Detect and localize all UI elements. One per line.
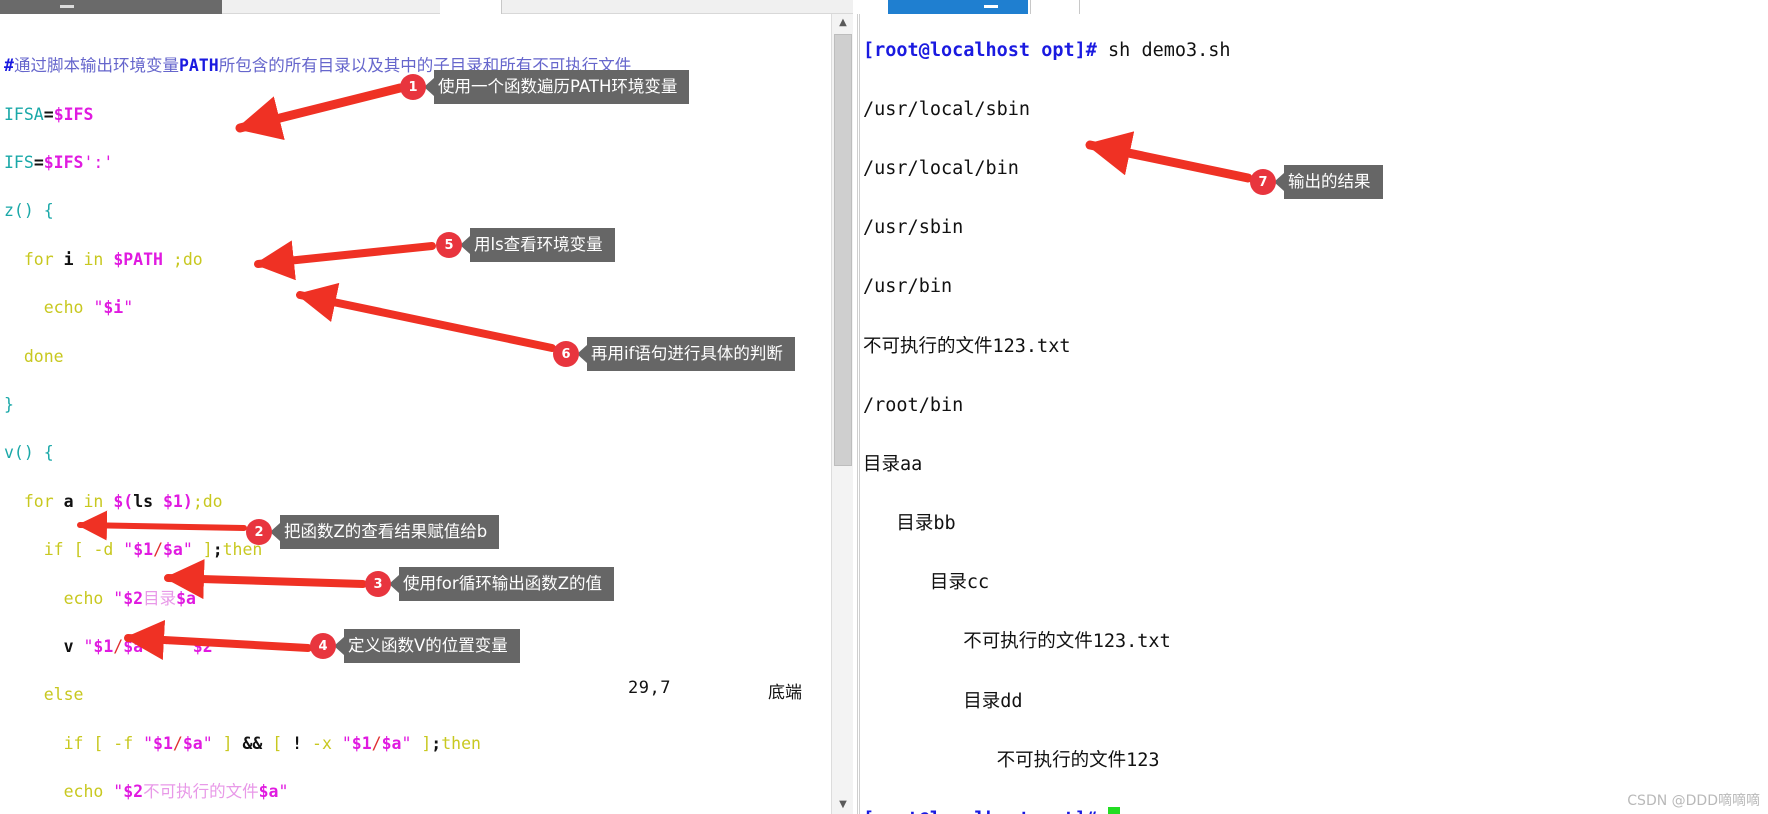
code-line: echo "$i" bbox=[43, 298, 134, 318]
callout-5-badge: 5 bbox=[436, 232, 462, 258]
code-line: for i in $PATH ;do bbox=[23, 249, 203, 269]
callout-4[interactable]: 4 定义函数V的位置变量 bbox=[310, 628, 520, 664]
callout-2[interactable]: 2 把函数Z的查看结果赋值给b bbox=[246, 514, 500, 550]
terminal-line: 目录aa bbox=[863, 453, 923, 475]
callout-4-text: 定义函数V的位置变量 bbox=[344, 629, 520, 663]
code-line: z() { bbox=[4, 201, 54, 221]
cursor-position-indicator: 29,7 bbox=[628, 678, 671, 698]
terminal-line: 不可执行的文件123.txt bbox=[863, 335, 1071, 357]
scrollbar-thumb[interactable] bbox=[834, 34, 852, 466]
code-line: IFS=$IFS':' bbox=[4, 152, 114, 172]
terminal-line: /usr/sbin bbox=[863, 217, 964, 239]
code-line: echo "$2不可执行的文件$a" bbox=[63, 782, 289, 802]
callout-3-badge: 3 bbox=[365, 571, 391, 597]
callout-3[interactable]: 3 使用for循环输出函数Z的值 bbox=[365, 566, 614, 602]
terminal-line: /root/bin bbox=[863, 394, 964, 416]
code-line: } bbox=[4, 394, 14, 414]
terminal-cursor bbox=[1108, 807, 1121, 814]
callout-7-badge: 7 bbox=[1250, 169, 1276, 195]
callout-5-text: 用ls查看环境变量 bbox=[470, 228, 615, 262]
vim-editor-pane[interactable]: #通过脚本输出环境变量PATH所包含的所有目录以及其中的子目录和所有不可执行文件… bbox=[0, 0, 853, 814]
terminal-line: /usr/local/sbin bbox=[863, 98, 1031, 120]
terminal-line: /usr/bin bbox=[863, 276, 953, 298]
callout-7-text: 输出的结果 bbox=[1284, 165, 1383, 199]
callout-7[interactable]: 7 输出的结果 bbox=[1250, 164, 1383, 200]
editor-status-bar: 29,7 底端 bbox=[0, 678, 838, 704]
terminal-prompt: [root@localhost opt]# bbox=[863, 39, 1097, 61]
terminal-line: [root@localhost opt]# sh demo3.sh bbox=[863, 36, 1743, 66]
callout-1[interactable]: 1 使用一个函数遍历PATH环境变量 bbox=[400, 69, 690, 105]
code-line: for a in $(ls $1);do bbox=[23, 491, 223, 511]
callout-1-text: 使用一个函数遍历PATH环境变量 bbox=[434, 70, 690, 104]
terminal-output[interactable]: [root@localhost opt]# sh demo3.sh /usr/l… bbox=[863, 6, 1743, 814]
terminal-line: 目录dd bbox=[863, 690, 1023, 712]
watermark-text: CSDN @DDD嘀嘀嘀 bbox=[1627, 793, 1760, 809]
terminal-divider bbox=[857, 14, 858, 814]
editor-titlebar-active-tab[interactable] bbox=[0, 0, 222, 14]
callout-4-badge: 4 bbox=[310, 633, 336, 659]
callout-2-badge: 2 bbox=[246, 519, 272, 545]
callout-2-text: 把函数Z的查看结果赋值给b bbox=[280, 515, 500, 549]
scroll-down-arrow-icon[interactable]: ▼ bbox=[832, 796, 853, 814]
callout-6-text: 再用if语句进行具体的判断 bbox=[587, 337, 795, 371]
editor-titlebar bbox=[0, 0, 853, 14]
terminal-pane[interactable]: ▲ [root@localhost opt]# sh demo3.sh /usr… bbox=[853, 0, 1768, 814]
terminal-command: sh demo3.sh bbox=[1096, 39, 1231, 61]
code-line: if [ -f "$1/$a" ] && [ ! -x "$1/$a" ];th… bbox=[63, 733, 481, 753]
terminal-final-prompt: [root@localhost opt]# bbox=[863, 809, 1097, 814]
terminal-divider-2 bbox=[859, 14, 860, 814]
code-line: v() { bbox=[4, 443, 54, 463]
terminal-line: 目录bb bbox=[863, 513, 956, 535]
callout-3-text: 使用for循环输出函数Z的值 bbox=[399, 567, 614, 601]
terminal-line: 不可执行的文件123 bbox=[863, 749, 1160, 771]
terminal-line: 不可执行的文件123.txt bbox=[863, 631, 1171, 653]
callout-1-badge: 1 bbox=[400, 74, 426, 100]
callout-5[interactable]: 5 用ls查看环境变量 bbox=[436, 227, 615, 263]
callout-6-badge: 6 bbox=[553, 341, 579, 367]
callout-6[interactable]: 6 再用if语句进行具体的判断 bbox=[553, 336, 795, 372]
scroll-position-label: 底端 bbox=[768, 683, 802, 703]
terminal-line: 目录cc bbox=[863, 572, 990, 594]
minimize-icon bbox=[60, 5, 74, 8]
code-line: IFSA=$IFS bbox=[4, 104, 94, 124]
terminal-line: [root@localhost opt]# bbox=[863, 805, 1743, 814]
editor-vertical-scrollbar[interactable]: ▲ ▼ bbox=[831, 14, 853, 814]
editor-titlebar-secondary-tab[interactable] bbox=[440, 0, 502, 14]
scroll-up-arrow-icon[interactable]: ▲ bbox=[832, 14, 853, 32]
